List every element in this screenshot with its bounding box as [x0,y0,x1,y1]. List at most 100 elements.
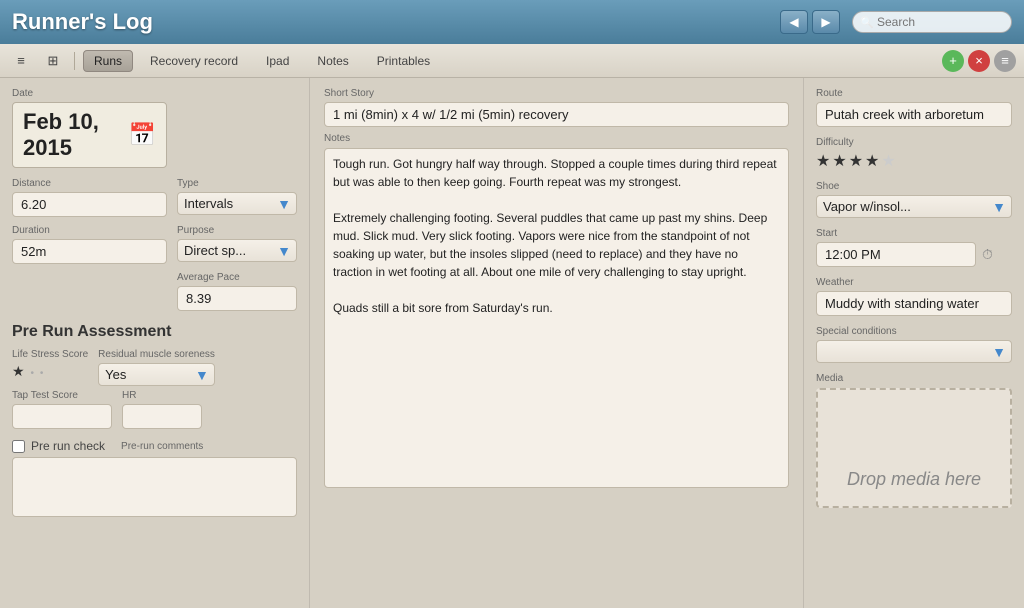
diff-star-4: ★ [865,151,879,171]
nav-back-button[interactable]: ◀ [780,10,808,34]
add-button[interactable]: + [942,50,964,72]
nav-buttons: ◀ ▶ [780,10,840,34]
shoe-select-wrap: Vapor w/insol... Other ▼ [816,195,1012,218]
date-value: Feb 10, 2015 [23,109,129,161]
special-conditions-section: Special conditions ▼ [816,326,1012,363]
short-story-section: Short Story [324,88,789,127]
purpose-section: Purpose Direct sp... Easy Recovery ▼ [177,225,297,264]
media-drop-area[interactable]: Drop media here [816,388,1012,508]
distance-input[interactable] [12,192,167,217]
distance-section: Distance [12,178,167,217]
weather-section: Weather [816,277,1012,316]
route-label: Route [816,88,1012,99]
title-bar: Runner's Log ◀ ▶ 🔍 [0,0,1024,44]
purpose-label: Purpose [177,225,297,236]
toolbar: ≡ ⊞ Runs Recovery record Ipad Notes Prin… [0,44,1024,78]
media-drop-text: Drop media here [847,469,981,490]
type-select[interactable]: Intervals Easy Long Tempo Race [177,192,297,215]
short-story-label: Short Story [324,88,789,99]
duration-input[interactable] [12,239,167,264]
pre-run-header: Pre Run Assessment [12,323,297,341]
pre-run-comments-textarea[interactable] [12,457,297,517]
nav-forward-button[interactable]: ▶ [812,10,840,34]
notes-textarea[interactable] [324,148,789,488]
tab-printables[interactable]: Printables [366,50,441,72]
star-2: • [30,368,35,379]
date-field[interactable]: Feb 10, 2015 📅 [12,102,167,168]
diff-star-1: ★ [816,151,830,171]
date-section: Date Feb 10, 2015 📅 [12,88,297,168]
right-panel: Route Difficulty ★ ★ ★ ★ ★ Shoe Vapor w/… [804,78,1024,608]
special-conditions-select[interactable] [816,340,1012,363]
diff-star-2: ★ [832,151,846,171]
hr-input[interactable] [122,404,202,429]
app-title: Runner's Log [12,9,780,35]
pre-run-comments-label: Pre-run comments [121,441,203,452]
special-conditions-select-wrap: ▼ [816,340,1012,363]
residual-select[interactable]: Yes No [98,363,215,386]
delete-button[interactable]: × [968,50,990,72]
hr-label: HR [122,390,202,401]
search-wrap: 🔍 [852,11,1012,33]
pre-run-checkbox[interactable] [12,440,25,453]
weather-input[interactable] [816,291,1012,316]
life-stress-section: Life Stress Score ★ • • [12,349,88,386]
route-section: Route [816,88,1012,127]
route-input[interactable] [816,102,1012,127]
notes-section: Notes [324,133,789,493]
short-story-input[interactable] [324,102,789,127]
left-panel: Date Feb 10, 2015 📅 Distance Type Interv… [0,78,310,608]
type-section: Type Intervals Easy Long Tempo Race ▼ [177,178,297,217]
hr-section: HR [122,390,202,429]
purpose-select[interactable]: Direct sp... Easy Recovery [177,239,297,262]
diff-star-3: ★ [849,151,863,171]
type-select-wrap: Intervals Easy Long Tempo Race ▼ [177,192,297,215]
avg-pace-label: Average Pace [177,272,297,283]
tab-notes[interactable]: Notes [306,50,359,72]
tab-recovery-record[interactable]: Recovery record [139,50,249,72]
main-content: Date Feb 10, 2015 📅 Distance Type Interv… [0,78,1024,608]
pre-run-check-label: Pre run check [31,439,105,453]
more-button[interactable]: ≡ [994,50,1016,72]
media-section: Media Drop media here [816,373,1012,508]
tap-test-section: Tap Test Score [12,390,112,429]
distance-label: Distance [12,178,167,189]
residual-select-wrap: Yes No ▼ [98,363,215,386]
pre-run-check-row: Pre run check Pre-run comments [12,439,297,453]
date-label: Date [12,88,297,99]
start-section: Start ⏱ [816,228,1012,267]
weather-label: Weather [816,277,1012,288]
start-label: Start [816,228,1012,239]
duration-label: Duration [12,225,167,236]
search-input[interactable] [852,11,1012,33]
avg-pace-input[interactable] [177,286,297,311]
diff-star-5: ★ [881,151,895,171]
menu-icon[interactable]: ≡ [8,50,34,72]
notes-label: Notes [324,133,789,144]
difficulty-section: Difficulty ★ ★ ★ ★ ★ [816,137,1012,171]
tab-runs[interactable]: Runs [83,50,133,72]
grid-icon[interactable]: ⊞ [40,50,66,72]
difficulty-label: Difficulty [816,137,1012,148]
special-conditions-label: Special conditions [816,326,1012,337]
life-stress-label: Life Stress Score [12,349,88,360]
toolbar-right: + × ≡ [942,50,1016,72]
type-label: Type [177,178,297,189]
purpose-select-wrap: Direct sp... Easy Recovery ▼ [177,239,297,262]
life-stress-stars: ★ • • [12,363,88,380]
toolbar-divider [74,52,75,70]
tap-test-label: Tap Test Score [12,390,112,401]
middle-panel: Short Story Notes [310,78,804,608]
shoe-label: Shoe [816,181,1012,192]
start-time-input[interactable] [816,242,976,267]
shoe-select[interactable]: Vapor w/insol... Other [816,195,1012,218]
calendar-icon[interactable]: 📅 [129,122,156,148]
residual-label: Residual muscle soreness [98,349,215,360]
difficulty-stars: ★ ★ ★ ★ ★ [816,151,1012,171]
tap-test-input[interactable] [12,404,112,429]
star-3: • [40,368,45,379]
time-input-wrap: ⏱ [816,242,1012,267]
tab-ipad[interactable]: Ipad [255,50,300,72]
clock-icon[interactable]: ⏱ [982,246,993,263]
duration-section: Duration [12,225,167,264]
